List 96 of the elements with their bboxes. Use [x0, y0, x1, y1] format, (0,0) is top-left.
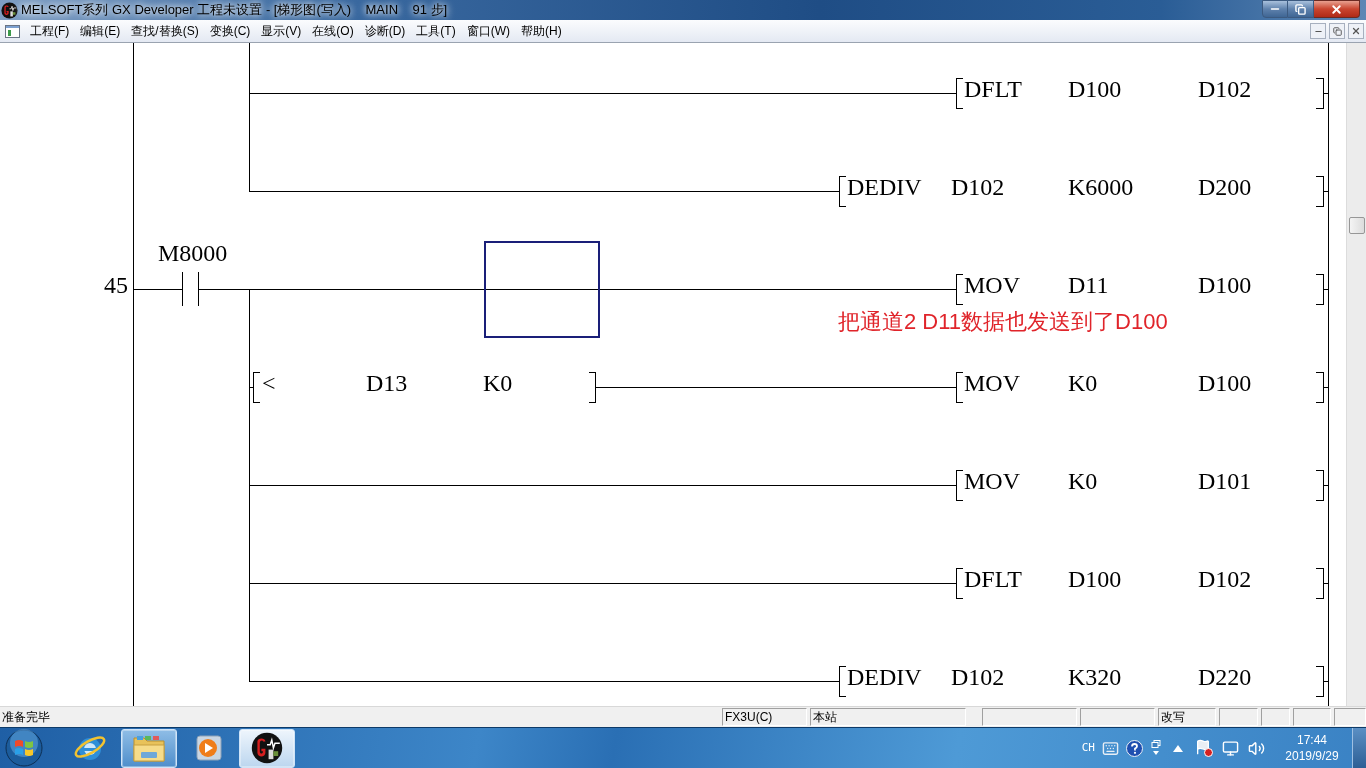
- restore-icon: [1332, 26, 1342, 36]
- instruction-bracket: [956, 77, 964, 109]
- operand: D101: [1198, 467, 1252, 495]
- instruction-bracket: [1315, 273, 1329, 305]
- operand: K0: [483, 369, 513, 397]
- instruction-bracket: [839, 175, 847, 207]
- operand: D102: [1198, 565, 1252, 593]
- operand: D100: [1068, 75, 1122, 103]
- clock[interactable]: 17:44 2019/9/29: [1279, 732, 1345, 764]
- instruction-bracket: [1315, 469, 1329, 501]
- instruction-mnemonic: DFLT: [964, 565, 1022, 593]
- menu-item[interactable]: 在线(O): [307, 22, 359, 40]
- instruction-bracket: [956, 273, 964, 305]
- child-restore-button[interactable]: [1329, 23, 1345, 39]
- status-panel: 本站: [810, 708, 966, 726]
- menu-item[interactable]: 编辑(E): [75, 22, 126, 40]
- status-panel: [1334, 708, 1366, 726]
- instruction-mnemonic: DEDIV: [847, 663, 922, 691]
- action-center-flag-icon[interactable]: [1195, 739, 1213, 757]
- restore-button[interactable]: [1288, 0, 1314, 18]
- close-icon: [1330, 2, 1343, 16]
- operand: K320: [1068, 663, 1122, 691]
- network-icon[interactable]: [1222, 739, 1239, 757]
- instruction-bracket: [956, 567, 964, 599]
- operand: D102: [1198, 75, 1252, 103]
- status-panel: [1293, 708, 1331, 726]
- device-label: M8000: [158, 239, 228, 267]
- menu-item[interactable]: 变换(C): [204, 22, 256, 40]
- instruction-bracket: [1315, 567, 1329, 599]
- child-close-button[interactable]: [1348, 23, 1364, 39]
- windows-orb-icon: [5, 729, 43, 767]
- status-message: 准备完毕: [2, 709, 50, 726]
- menu-item[interactable]: 窗口(W): [461, 22, 515, 40]
- app-icon: [1, 1, 18, 19]
- show-hidden-icons-icon[interactable]: [1173, 744, 1183, 752]
- operand: D100: [1068, 565, 1122, 593]
- document-icon[interactable]: [5, 24, 20, 38]
- show-desktop-button[interactable]: [1352, 728, 1366, 768]
- operand: D13: [366, 369, 408, 397]
- media-player-icon: [193, 733, 223, 763]
- operand: D100: [1198, 369, 1252, 397]
- status-panel: FX3U(C): [722, 708, 807, 726]
- keyboard-icon[interactable]: [1102, 739, 1119, 757]
- minimize-button[interactable]: [1262, 0, 1288, 18]
- contact-symbol: [181, 271, 200, 307]
- menu-item[interactable]: 工具(T): [411, 22, 461, 40]
- menu-item[interactable]: 工程(F): [25, 22, 75, 40]
- status-panel: 改写: [1158, 708, 1216, 726]
- operand: D100: [1198, 271, 1252, 299]
- menu-item[interactable]: 查找/替换(S): [126, 22, 204, 40]
- instruction-mnemonic: MOV: [964, 369, 1020, 397]
- operand: K0: [1068, 467, 1098, 495]
- restore-icon: [1295, 3, 1306, 15]
- operand: D220: [1198, 663, 1252, 691]
- language-bar-icon[interactable]: [1151, 740, 1161, 756]
- instruction-bracket: [1315, 175, 1329, 207]
- wire: [248, 387, 254, 388]
- start-button[interactable]: [4, 729, 44, 767]
- operand: D102: [951, 173, 1005, 201]
- instruction-bracket: [956, 371, 964, 403]
- compare-bracket: [253, 371, 261, 403]
- instruction-bracket: [1315, 371, 1329, 403]
- taskbar-button[interactable]: [239, 728, 295, 768]
- menu-item[interactable]: 显示(V): [256, 22, 307, 40]
- compare-operator: <: [262, 369, 276, 397]
- close-button[interactable]: [1314, 0, 1360, 18]
- annotation-text: 把通道2 D11数据也发送到了D100: [838, 309, 1168, 335]
- instruction-bracket: [839, 665, 847, 697]
- instruction-mnemonic: MOV: [964, 271, 1020, 299]
- status-panel: [1219, 708, 1258, 726]
- close-icon: [1351, 26, 1361, 36]
- volume-icon[interactable]: [1248, 739, 1265, 757]
- child-minimize-button[interactable]: [1310, 23, 1326, 39]
- instruction-bracket: [1315, 665, 1329, 697]
- compare-bracket: [588, 371, 596, 403]
- menu-item[interactable]: 诊断(D): [359, 22, 411, 40]
- window-title: MELSOFT系列 GX Developer 工程未设置 - [梯形图(写入) MAIN 91 步]: [21, 1, 448, 19]
- help-icon[interactable]: [1126, 739, 1143, 757]
- scrollbar-track[interactable]: [1346, 43, 1366, 706]
- instruction-mnemonic: DFLT: [964, 75, 1022, 103]
- menu-item[interactable]: 帮助(H): [516, 22, 567, 40]
- status-panel: [1261, 708, 1290, 726]
- instruction-bracket: [956, 469, 964, 501]
- operand: K0: [1068, 369, 1098, 397]
- instruction-bracket: [1315, 77, 1329, 109]
- operand: D200: [1198, 173, 1252, 201]
- wire: [132, 289, 183, 290]
- instruction-mnemonic: DEDIV: [847, 173, 922, 201]
- operand: D11: [1068, 271, 1109, 299]
- instruction-mnemonic: MOV: [964, 467, 1020, 495]
- plc-software-icon: [251, 732, 283, 764]
- operand: K6000: [1068, 173, 1134, 201]
- operand: D102: [951, 663, 1005, 691]
- step-number: 45: [104, 271, 128, 299]
- scrollbar-thumb[interactable]: [1348, 217, 1365, 234]
- folder-icon: [132, 733, 166, 763]
